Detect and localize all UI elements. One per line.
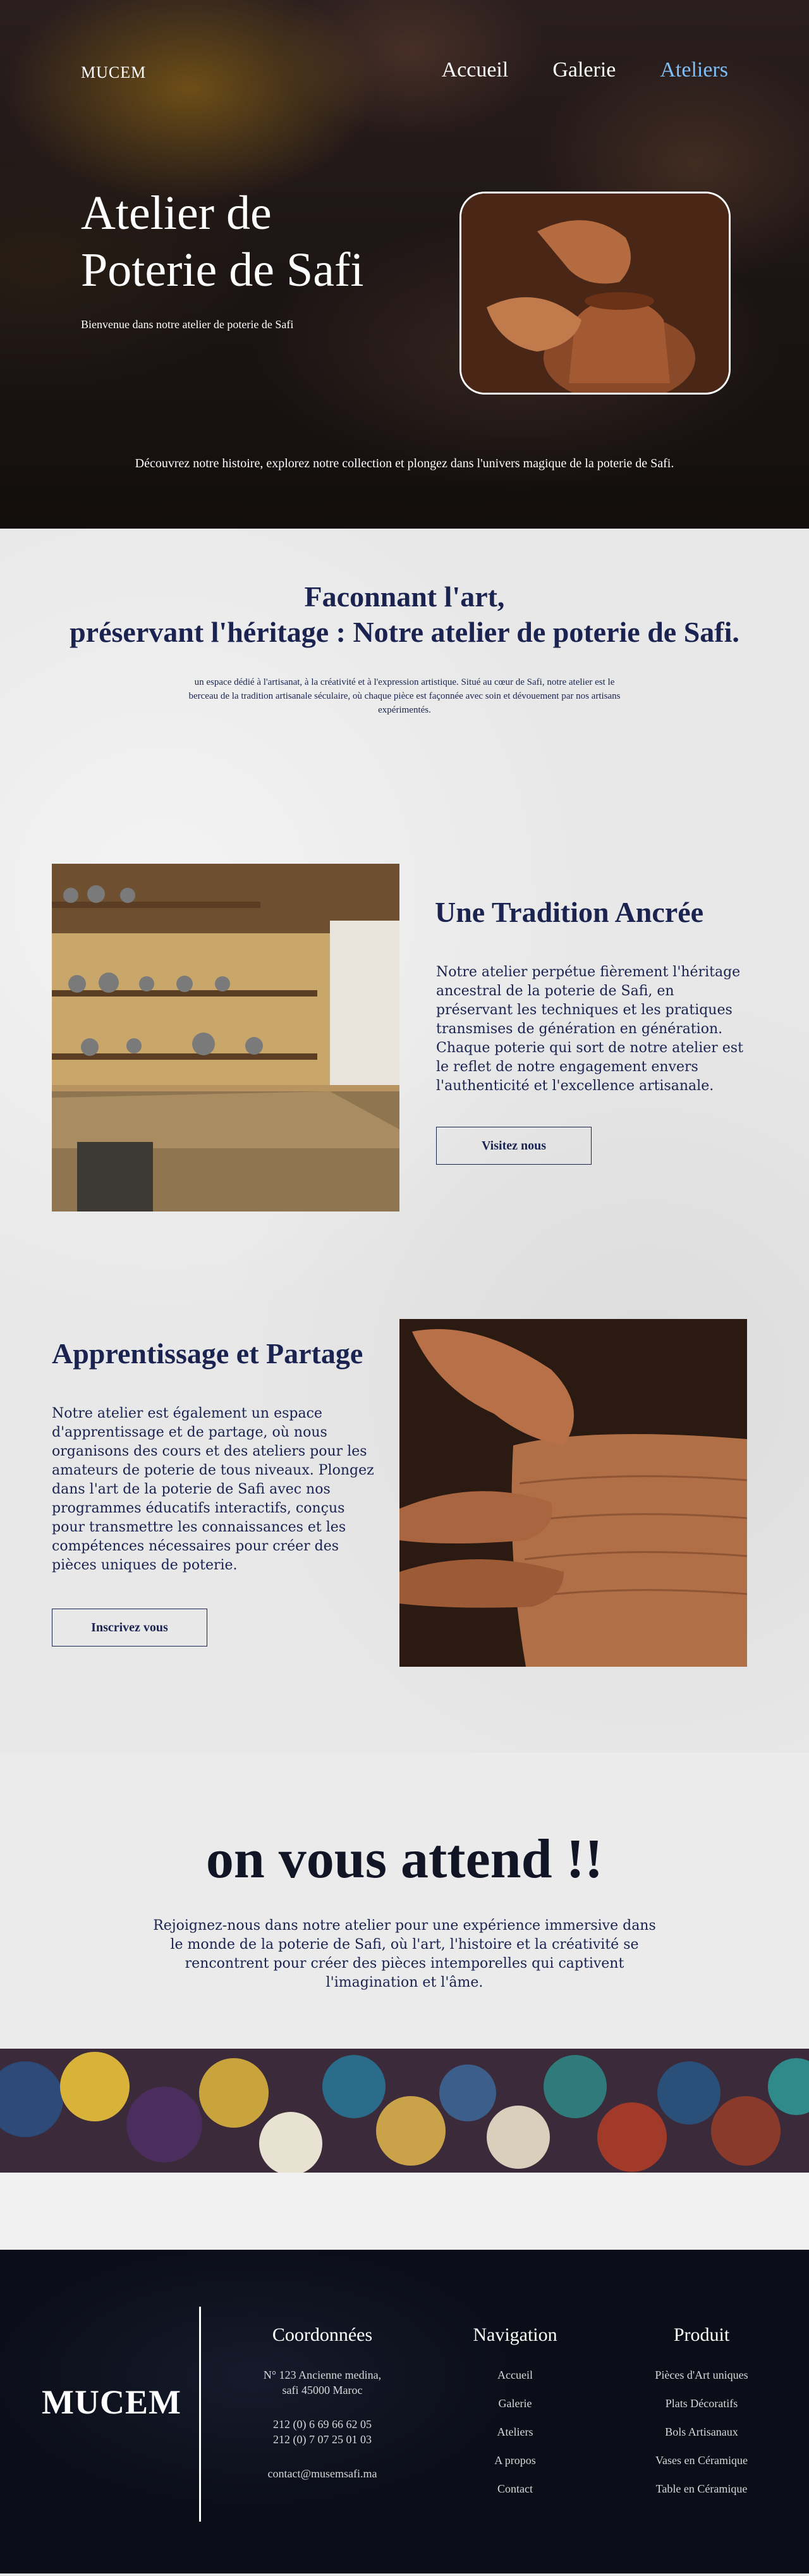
footer-coordonnees-title: Coordonnées xyxy=(272,2324,373,2345)
footer-produit: Produit Pièces d'Art uniques Plats Décor… xyxy=(626,2324,777,2510)
footer-phone1[interactable]: 212 (0) 6 69 66 62 05 xyxy=(240,2417,404,2432)
footer-logo[interactable]: MUCEM xyxy=(42,2383,181,2422)
site-footer: MUCEM Coordonnées N° 123 Ancienne medina… xyxy=(0,2250,809,2573)
footer-nav-accueil[interactable]: Accueil xyxy=(452,2367,578,2383)
textured-content: Faconnant l'art, préservant l'héritage :… xyxy=(0,529,809,1753)
pottery-banner-image xyxy=(0,2049,809,2173)
pottery-wheel-image xyxy=(399,1319,747,1667)
footer-produit-bols[interactable]: Bols Artisanaux xyxy=(626,2424,777,2439)
footer-produit-table[interactable]: Table en Céramique xyxy=(626,2481,777,2496)
main-nav: Accueil Galerie Ateliers xyxy=(442,58,728,82)
apprentissage-section: Apprentissage et Partage Notre atelier e… xyxy=(0,1319,809,1753)
intro-title-line2: préservant l'héritage : Notre atelier de… xyxy=(70,616,739,648)
tradition-section: Une Tradition Ancrée Notre atelier perpé… xyxy=(0,864,809,1319)
register-button[interactable]: Inscrivez vous xyxy=(52,1609,207,1647)
intro-title: Faconnant l'art, préservant l'héritage :… xyxy=(0,529,809,650)
footer-produit-plats[interactable]: Plats Décoratifs xyxy=(626,2396,777,2411)
footer-nav-galerie[interactable]: Galerie xyxy=(452,2396,578,2411)
nav-galerie[interactable]: Galerie xyxy=(552,58,616,82)
footer-navigation: Navigation Accueil Galerie Ateliers A pr… xyxy=(452,2324,578,2510)
intro-section: Faconnant l'art, préservant l'héritage :… xyxy=(0,529,809,864)
footer-nav-ateliers[interactable]: Ateliers xyxy=(452,2424,578,2439)
cta-section: on vous attend !! Rejoignez-nous dans no… xyxy=(0,1753,809,2049)
hero-section: MUCEM Accueil Galerie Ateliers Atelier d… xyxy=(0,0,809,529)
footer-produit-vases[interactable]: Vases en Céramique xyxy=(626,2453,777,2468)
page-title-line1: Atelier de xyxy=(81,187,272,240)
footer-email[interactable]: contact@musemsafi.ma xyxy=(240,2466,404,2481)
footer-address2: safi 45000 Maroc xyxy=(282,2384,363,2396)
page-title: Atelier de Poterie de Safi xyxy=(81,185,460,298)
footer-produit-art[interactable]: Pièces d'Art uniques xyxy=(626,2367,777,2383)
cta-title: on vous attend !! xyxy=(205,1829,604,1890)
footer-coordonnees: Coordonnées N° 123 Ancienne medina, safi… xyxy=(240,2324,404,2481)
footer-divider xyxy=(199,2307,201,2522)
visit-us-button[interactable]: Visitez nous xyxy=(436,1127,592,1165)
apprentissage-title: Apprentissage et Partage xyxy=(52,1337,363,1370)
intro-title-line1: Faconnant l'art, xyxy=(304,580,505,613)
cta-text: Rejoignez-nous dans notre atelier pour u… xyxy=(153,1918,656,1990)
apprentissage-text: Notre atelier est également un espace d'… xyxy=(52,1406,374,1573)
footer-nav-contact[interactable]: Contact xyxy=(452,2481,578,2496)
discover-text: Découvrez notre histoire, explorez notre… xyxy=(135,457,674,470)
spacer xyxy=(0,2173,809,2250)
tradition-text: Notre atelier perpétue fièrement l'hérit… xyxy=(436,964,743,1094)
nav-accueil[interactable]: Accueil xyxy=(442,58,509,82)
site-logo[interactable]: MUCEM xyxy=(81,63,146,82)
footer-phone2[interactable]: 212 (0) 7 07 25 01 03 xyxy=(240,2432,404,2447)
nav-ateliers[interactable]: Ateliers xyxy=(660,58,728,82)
welcome-text: Bienvenue dans notre atelier de poterie … xyxy=(81,318,294,331)
page-title-line2: Poterie de Safi xyxy=(81,243,364,297)
footer-nav-apropos[interactable]: A propos xyxy=(452,2453,578,2468)
footer-produit-title: Produit xyxy=(673,2324,730,2345)
footer-address1: N° 123 Ancienne medina, xyxy=(263,2369,382,2381)
intro-text: un espace dédié à l'artisanat, à la créa… xyxy=(188,677,621,715)
workshop-shelves-image xyxy=(52,864,399,1211)
footer-navigation-title: Navigation xyxy=(473,2324,557,2345)
hero-pottery-hands-image xyxy=(459,192,731,395)
tradition-title: Une Tradition Ancrée xyxy=(435,896,704,928)
